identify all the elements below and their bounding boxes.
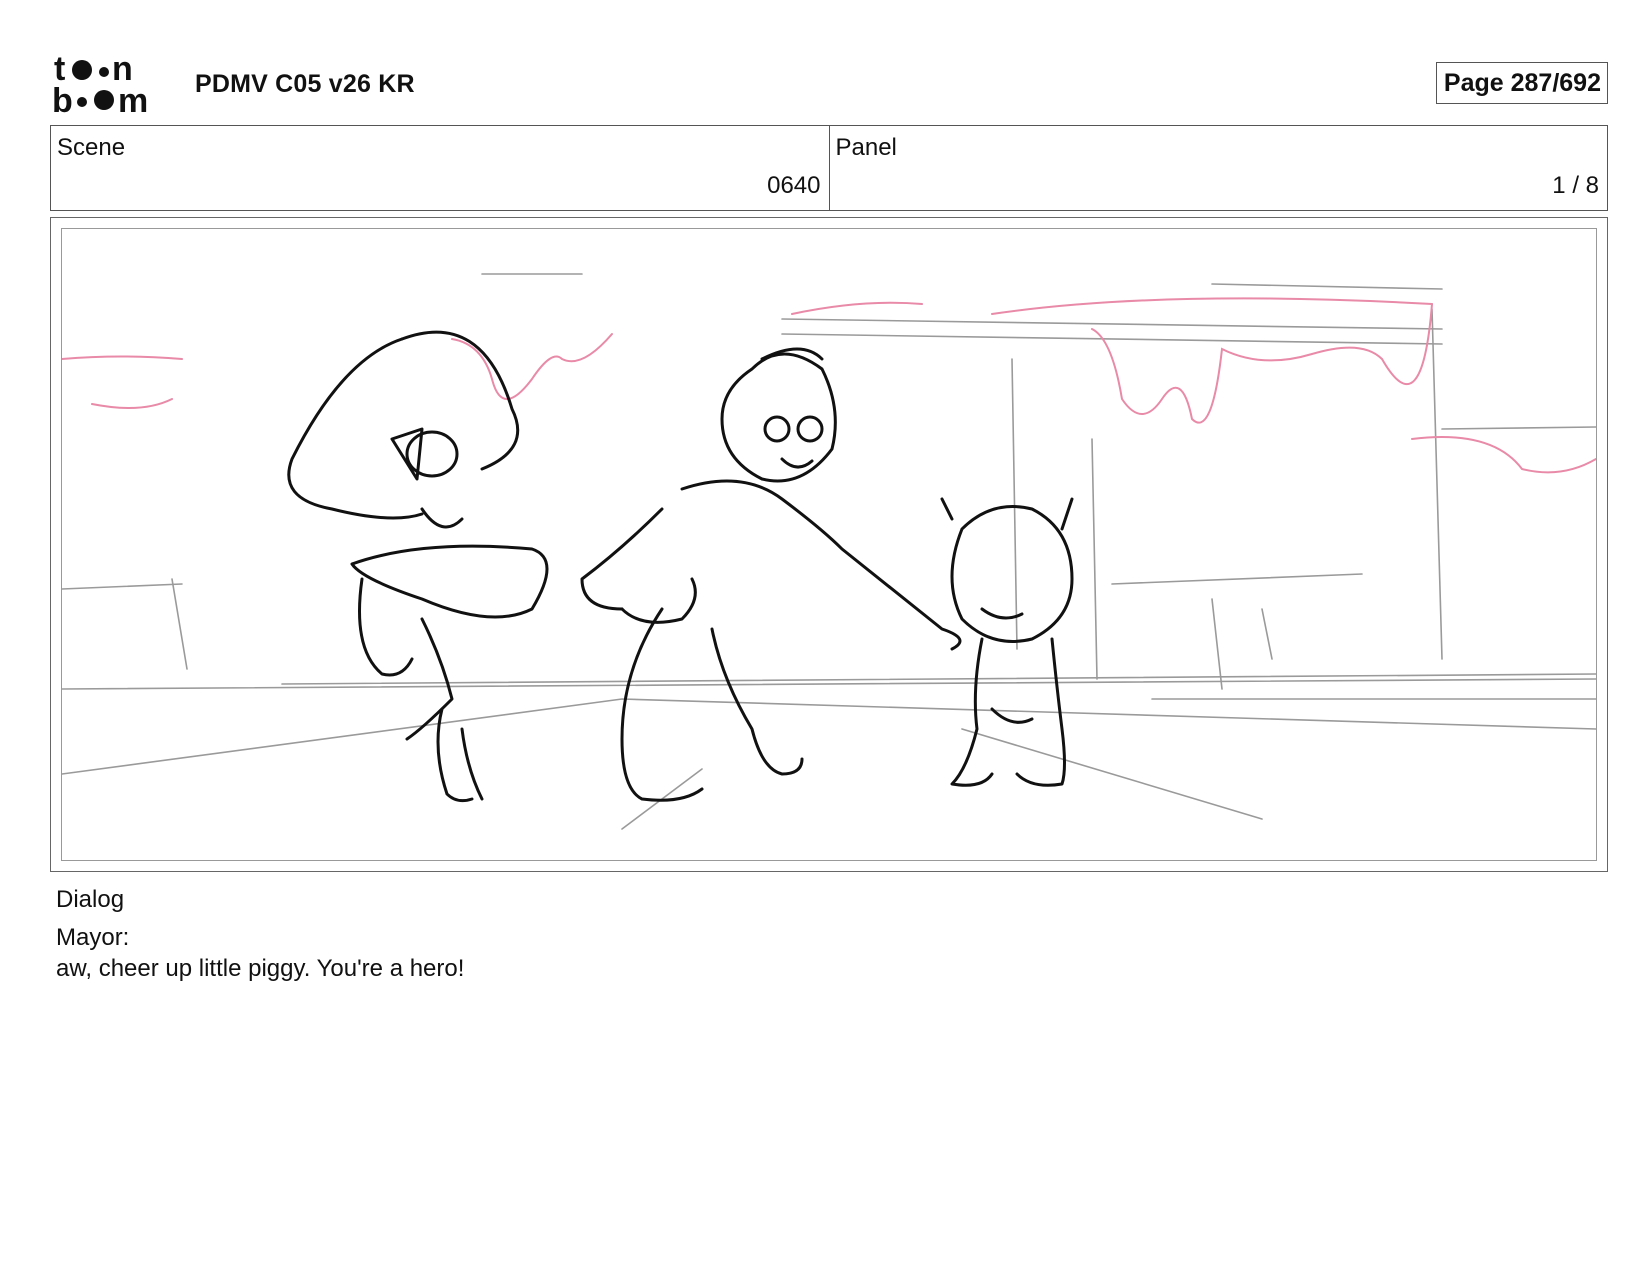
panel-cell: Panel 1 / 8 [828,126,1608,210]
svg-text:m: m [118,82,148,116]
dialog-speaker: Mayor: [56,924,130,951]
scene-panel-table: Scene 0640 Panel 1 / 8 [50,125,1608,211]
scene-label: Scene [57,134,126,161]
toon-boom-logo: t n b m [52,50,170,120]
panel-value: 1 / 8 [1552,172,1599,199]
storyboard-panel-image [61,228,1597,861]
page-indicator: Page 287/692 [1435,62,1608,104]
scene-cell: Scene 0640 [51,126,829,210]
storyboard-frame [50,217,1608,872]
panel-label: Panel [835,134,897,161]
document-title: PDMV C05 v26 KR [195,70,415,98]
svg-text:b: b [52,82,73,116]
scene-value: 0640 [767,172,821,199]
sketch-drawing [62,273,1596,830]
dialog-line: aw, cheer up little piggy. You're a hero… [56,955,465,982]
dialog-label: Dialog [56,886,125,913]
